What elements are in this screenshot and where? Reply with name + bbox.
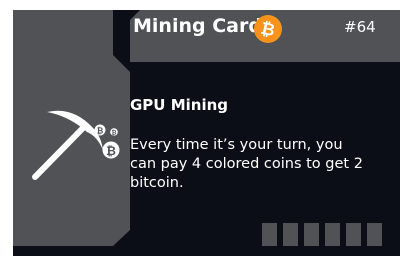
- footer-stripe: [304, 223, 319, 246]
- card-number: #64: [344, 18, 376, 36]
- bitcoin-coin-icon: ₿: [102, 141, 120, 159]
- svg-text:₿: ₿: [112, 130, 117, 137]
- ability-title: GPU Mining: [130, 96, 229, 114]
- card-title: Mining Card: [133, 15, 262, 37]
- mining-card[interactable]: ₿ ₿ ₿: [13, 10, 400, 256]
- bitcoin-coin-icon: ₿: [94, 124, 106, 136]
- svg-text:₿: ₿: [106, 144, 116, 158]
- card-footer-stripes: [262, 223, 387, 246]
- footer-stripe: [262, 223, 277, 246]
- bitcoin-icon: ₿: [254, 15, 282, 43]
- card-art-panel: ₿ ₿ ₿: [13, 10, 130, 246]
- bitcoin-coin-icon: ₿: [110, 128, 118, 137]
- footer-stripe: [283, 223, 298, 246]
- svg-text:₿: ₿: [97, 127, 104, 136]
- footer-stripe: [346, 223, 361, 246]
- footer-stripe: [367, 223, 382, 246]
- footer-stripe: [325, 223, 340, 246]
- pickaxe-icon: ₿ ₿ ₿: [32, 110, 120, 180]
- ability-description: Every time it’s your turn, you can pay 4…: [130, 137, 363, 191]
